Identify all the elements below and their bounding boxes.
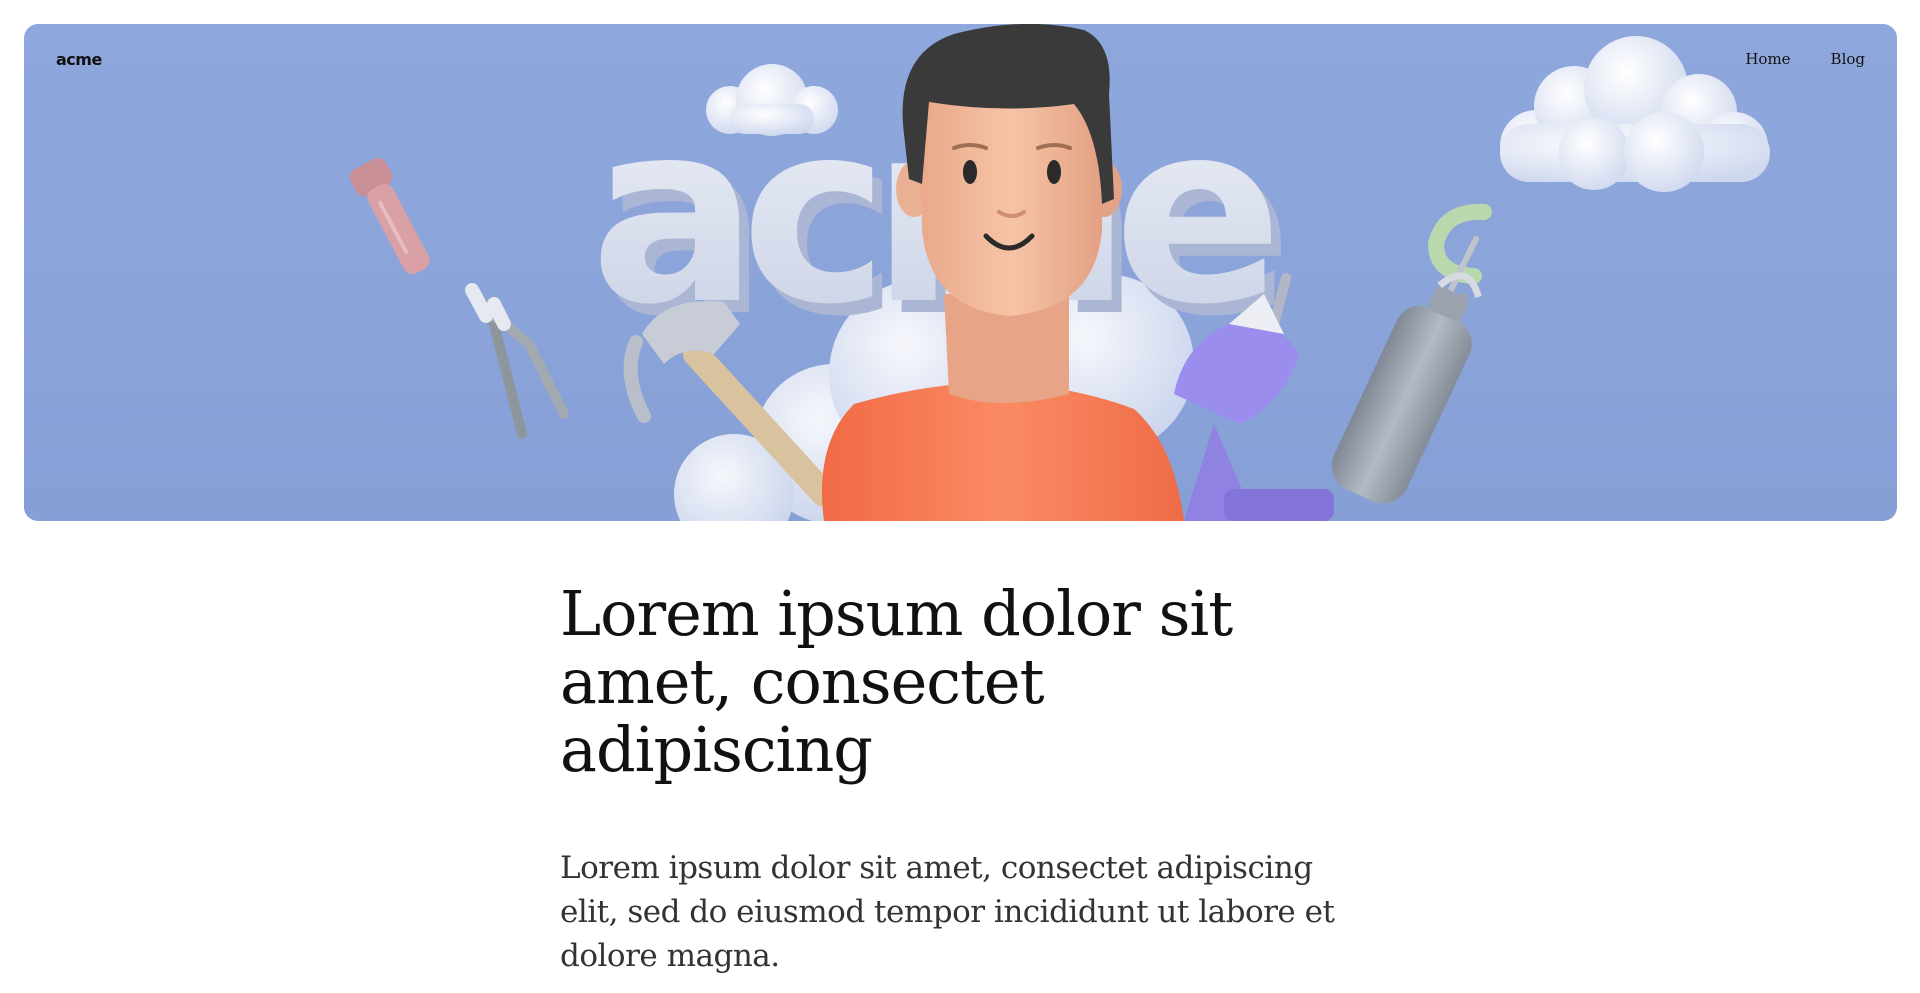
hero-illustration: acme acme xyxy=(349,24,1770,521)
nav-link-home[interactable]: Home xyxy=(1745,50,1790,68)
nav-link-blog[interactable]: Blog xyxy=(1831,50,1865,68)
site-logo[interactable]: acme xyxy=(56,50,102,69)
hero-banner: acme acme xyxy=(24,24,1897,521)
flashlight xyxy=(349,158,430,274)
page-title: Lorem ipsum dolor sit amet, consectet ad… xyxy=(560,577,1233,786)
top-nav: Home Blog xyxy=(1745,50,1865,68)
article-intro: Lorem ipsum dolor sit amet, consectet ad… xyxy=(560,580,1360,978)
water-bottle xyxy=(1331,272,1482,504)
cloud-large xyxy=(1500,36,1770,192)
pliers xyxy=(465,283,569,439)
lead-paragraph: Lorem ipsum dolor sit amet, consectet ad… xyxy=(560,850,1335,974)
